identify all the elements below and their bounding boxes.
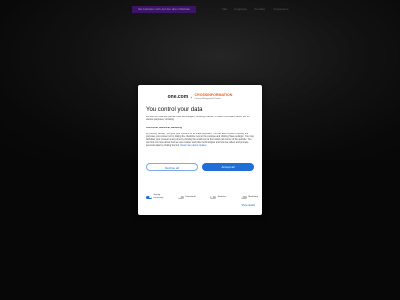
read-more-link[interactable]: Read more about cookies xyxy=(180,145,206,147)
category-statistics: Statistics xyxy=(210,195,227,199)
one-com-logo: one.com xyxy=(167,94,189,100)
dialog-title: You control your data xyxy=(146,107,203,113)
category-label: Statistics xyxy=(217,195,227,198)
category-marketing: Marketing xyxy=(240,195,258,199)
logo-plus-sign: + xyxy=(190,94,193,100)
category-label-line2: necessary xyxy=(153,197,164,199)
show-details-link[interactable]: Show details xyxy=(241,204,255,207)
consent-purposes: Functional, Statistical, Marketing xyxy=(146,127,182,129)
marketing-toggle[interactable] xyxy=(240,195,247,199)
consent-intro: We and our business partners use technol… xyxy=(146,116,250,121)
functional-toggle[interactable] xyxy=(178,195,184,199)
category-label: Functional xyxy=(185,195,196,198)
consent-categories: Strictly necessary Functional Statistics… xyxy=(146,193,258,201)
strictly-necessary-toggle[interactable] xyxy=(146,195,152,199)
partner-logo-tagline: Content Management Partner xyxy=(194,97,221,100)
cookie-consent-dialog: one.com + CROSSINFORMATION Content Manag… xyxy=(138,85,262,215)
statistics-toggle[interactable] xyxy=(210,195,217,199)
accept-all-button[interactable]: Accept all xyxy=(202,163,254,171)
category-label: Marketing xyxy=(248,195,258,198)
decline-all-button[interactable]: Decline all xyxy=(146,163,198,171)
category-label: Strictly necessary xyxy=(154,194,164,199)
consent-details: By clicking 'Accept', you give your cons… xyxy=(146,133,254,161)
partner-logo: CROSSINFORMATION Content Management Part… xyxy=(195,94,233,100)
category-strictly-necessary: Strictly necessary xyxy=(146,194,163,199)
category-functional: Functional xyxy=(178,195,196,199)
brand-logos: one.com + CROSSINFORMATION Content Manag… xyxy=(138,92,262,102)
